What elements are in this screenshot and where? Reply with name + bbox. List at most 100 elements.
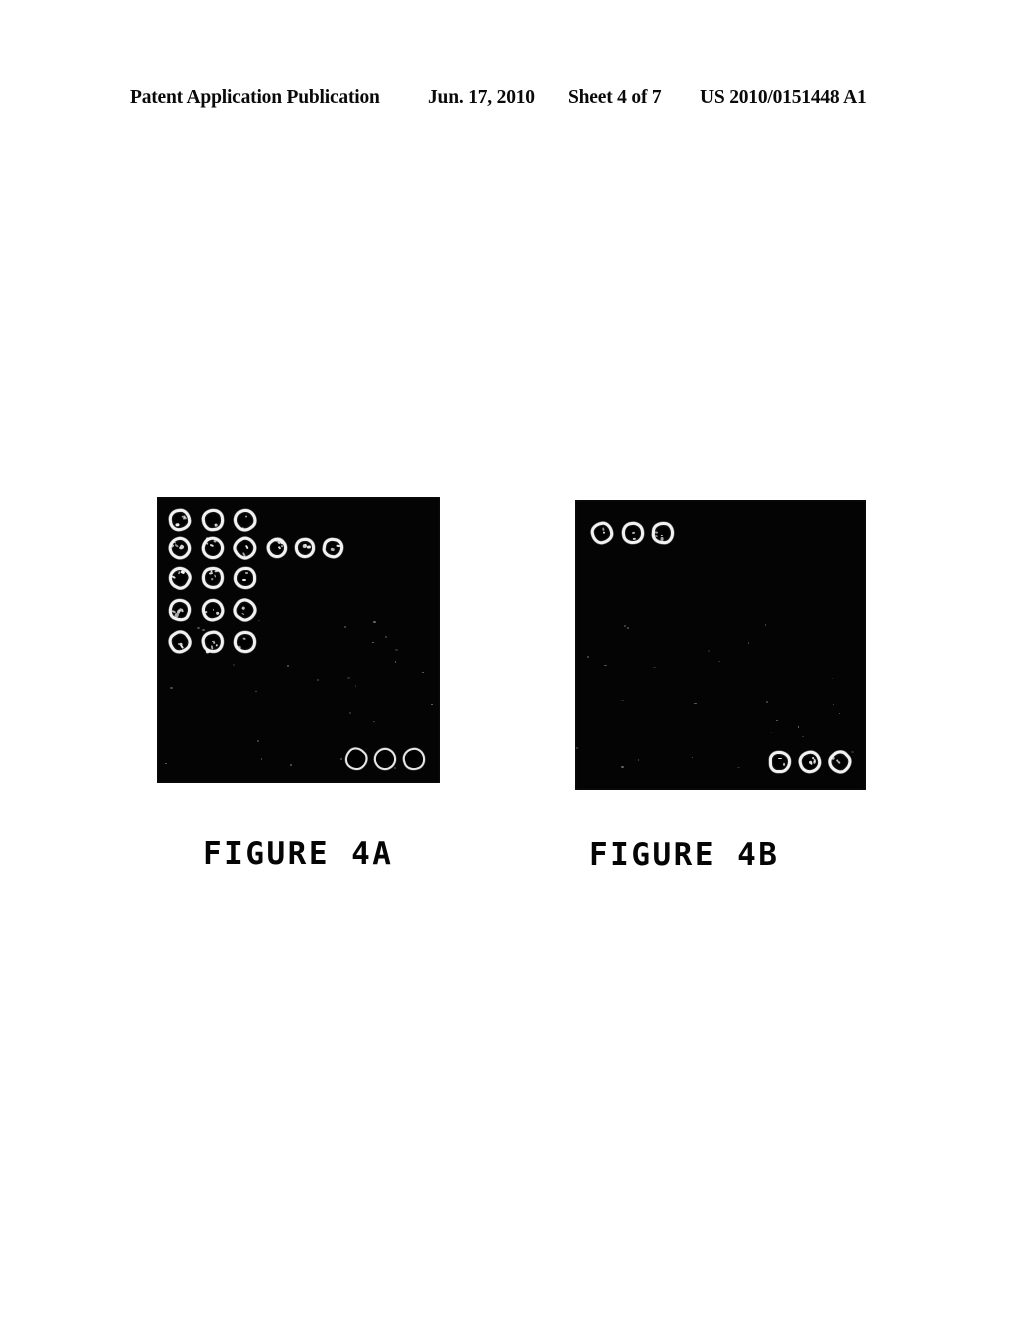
figure-area: FIGURE 4A FIGURE 4B xyxy=(0,0,1024,1320)
blot-spot xyxy=(200,507,226,533)
blot-spot-speck xyxy=(602,531,606,534)
blot-spot-speck xyxy=(654,531,658,534)
blot-spot-speck xyxy=(654,535,659,537)
scan-noise-speck xyxy=(771,732,772,733)
scan-noise-speck xyxy=(290,764,292,766)
blot-spot xyxy=(651,521,675,545)
blot-spot xyxy=(230,533,260,563)
blot-spot xyxy=(164,532,196,564)
scan-noise-speck xyxy=(748,642,749,644)
blot-spot-speck xyxy=(237,645,242,651)
scan-noise-speck xyxy=(708,650,710,652)
blot-spot xyxy=(198,533,228,563)
scan-noise-speck xyxy=(638,759,639,761)
blot-spot-speck xyxy=(170,543,175,549)
blot-spot xyxy=(262,533,292,563)
blot-spot xyxy=(229,594,261,626)
scan-noise-speck xyxy=(694,703,697,704)
scan-noise-speck xyxy=(422,672,424,673)
blot-spot xyxy=(167,507,193,533)
blot-spot-speck xyxy=(181,609,185,613)
blot-spot-speck xyxy=(330,547,336,552)
scan-noise-speck xyxy=(372,642,374,643)
blot-spot-speck xyxy=(213,539,217,543)
blot-spot xyxy=(293,536,317,560)
blot-spot-speck xyxy=(209,543,215,548)
blot-spot-speck xyxy=(215,643,218,647)
blot-spot-speck xyxy=(235,570,239,576)
scan-noise-speck xyxy=(257,740,259,742)
blot-spot-speck xyxy=(244,514,248,519)
blot-spot xyxy=(234,567,256,589)
scan-noise-speck xyxy=(621,700,624,701)
blot-spot-speck xyxy=(204,610,208,614)
scan-noise-speck xyxy=(255,691,257,692)
scan-noise-speck xyxy=(621,766,624,768)
blot-spot-speck xyxy=(241,606,246,610)
blot-spot-speck xyxy=(213,573,217,578)
scan-noise-speck xyxy=(802,736,804,737)
scan-noise-speck xyxy=(692,757,693,758)
figure-4a-image-panel xyxy=(157,497,440,783)
blot-spot xyxy=(164,626,196,658)
blot-spot-speck xyxy=(631,531,636,535)
scan-noise-speck xyxy=(833,704,834,705)
blot-spot-speck xyxy=(210,645,214,650)
scan-noise-speck xyxy=(261,758,262,760)
figure-4b-caption: FIGURE 4B xyxy=(589,837,780,873)
scan-noise-speck xyxy=(718,661,720,662)
blot-spot xyxy=(321,536,345,560)
blot-spot-speck xyxy=(782,763,785,767)
scan-noise-speck xyxy=(604,665,607,666)
blot-spot-speck xyxy=(205,536,210,542)
scan-noise-speck xyxy=(202,629,205,631)
blot-spot-speck xyxy=(307,545,312,549)
blot-spot-speck xyxy=(771,752,776,756)
blot-spot xyxy=(370,744,400,774)
scan-noise-speck xyxy=(287,665,289,667)
blot-spot-speck xyxy=(280,544,284,548)
blot-spot-speck xyxy=(336,544,341,548)
blot-spot-speck xyxy=(241,526,245,530)
scan-noise-speck xyxy=(832,678,833,679)
blot-spot xyxy=(229,504,261,536)
scan-noise-speck xyxy=(340,758,342,760)
blot-spot-speck xyxy=(813,758,816,763)
scan-noise-speck xyxy=(839,713,840,714)
blot-spot-speck xyxy=(809,762,813,766)
blot-spot-speck xyxy=(182,517,187,521)
blot-spot-speck xyxy=(180,570,186,575)
blot-spot-speck xyxy=(215,611,220,616)
blot-spot xyxy=(768,750,792,774)
blot-spot xyxy=(620,520,646,546)
blot-spot-speck xyxy=(660,534,663,537)
scan-noise-speck xyxy=(624,625,626,627)
scan-noise-speck xyxy=(355,685,356,687)
scan-noise-speck xyxy=(170,687,173,689)
blot-spot xyxy=(231,628,259,656)
blot-spot-speck xyxy=(175,522,180,527)
scan-noise-speck xyxy=(851,751,854,753)
blot-spot xyxy=(340,743,372,775)
figure-4a-caption: FIGURE 4A xyxy=(203,836,394,872)
scan-noise-speck xyxy=(653,667,656,668)
scan-noise-speck xyxy=(627,627,629,629)
blot-spot-speck xyxy=(242,578,247,582)
scan-noise-speck xyxy=(394,767,396,769)
blot-spot-speck xyxy=(277,546,281,550)
blot-spot-speck xyxy=(245,544,249,550)
blot-spot xyxy=(400,745,428,773)
scan-noise-speck xyxy=(395,661,396,663)
blot-spot-speck xyxy=(171,575,177,580)
scan-noise-speck xyxy=(165,763,167,764)
scan-noise-speck xyxy=(373,721,375,722)
scan-noise-speck xyxy=(587,656,589,658)
blot-spot-speck xyxy=(241,612,245,616)
blot-spot xyxy=(165,595,195,625)
scan-noise-speck xyxy=(385,636,387,638)
blot-spot-speck xyxy=(179,644,184,649)
scan-noise-speck xyxy=(233,664,235,666)
scan-noise-speck xyxy=(347,677,350,679)
figure-4b-image-panel xyxy=(575,500,866,790)
blot-spot-speck xyxy=(830,756,836,761)
